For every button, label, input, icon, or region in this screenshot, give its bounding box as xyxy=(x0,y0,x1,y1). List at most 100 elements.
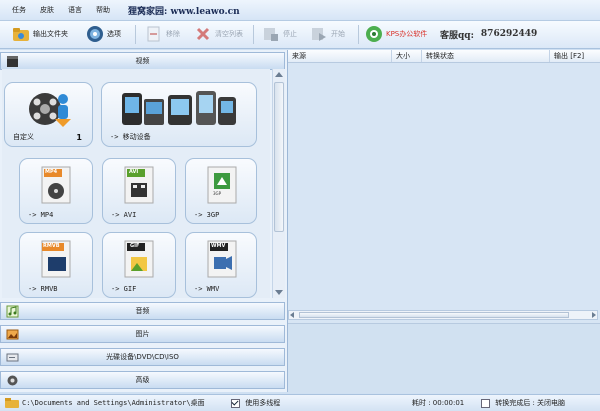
file-list-panel: 来源 大小 转换状态 输出 [F2] xyxy=(288,50,600,393)
remove-button[interactable]: 移除 xyxy=(145,23,180,45)
tile-gif-label: -> GIF xyxy=(111,285,137,293)
category-audio-header[interactable]: 音频 xyxy=(0,302,285,320)
toolbar-divider xyxy=(135,25,136,44)
avi-file-icon xyxy=(124,166,154,204)
tile-3gp[interactable]: 3GP -> 3GP xyxy=(185,158,257,224)
category-image-header[interactable]: 图片 xyxy=(0,325,285,343)
status-bar: C:\Documents and Settings\Administrator\… xyxy=(0,394,600,411)
scroll-up-arrow-icon[interactable] xyxy=(275,72,283,77)
profile-grid-scrollbar[interactable] xyxy=(272,69,285,298)
toolbar: 输出文件夹 选项 移除 清空列表 停止 开始 KPS办公软件 客服qq: 876… xyxy=(0,21,600,49)
column-output[interactable]: 输出 [F2] xyxy=(550,50,600,62)
start-button[interactable]: 开始 xyxy=(310,23,345,45)
tile-mobile-label: -> 移动设备 xyxy=(110,133,151,141)
mobile-devices-icon xyxy=(122,91,236,125)
advanced-header-label: 高级 xyxy=(135,376,150,384)
tile-wmv-label: -> WMV xyxy=(194,285,220,293)
clear-list-button[interactable]: 清空列表 xyxy=(194,23,243,45)
rmvb-badge: RMVB xyxy=(43,243,60,249)
options-gear-icon xyxy=(87,26,103,42)
mp4-badge: MP4 xyxy=(45,169,58,175)
disc-header-label: 光碟设备\DVD\CD\ISO xyxy=(106,353,179,361)
category-advanced-header[interactable]: 高级 xyxy=(0,371,285,389)
stop-button[interactable]: 停止 xyxy=(262,23,297,45)
options-label: 选项 xyxy=(107,30,121,38)
avi-badge: AVI xyxy=(129,169,139,175)
file-table-header: 来源 大小 转换状态 输出 [F2] xyxy=(288,50,600,63)
stop-icon xyxy=(264,28,278,41)
tile-avi[interactable]: AVI -> AVI xyxy=(102,158,176,224)
custom-film-icon xyxy=(29,93,71,127)
category-disc-header[interactable]: 光碟设备\DVD\CD\ISO xyxy=(0,348,285,366)
kps-office-link[interactable]: KPS办公软件 xyxy=(365,23,427,45)
output-path: C:\Documents and Settings\Administrator\… xyxy=(22,399,205,407)
kps-globe-icon xyxy=(366,26,382,42)
film-clapper-icon xyxy=(7,56,18,67)
menu-bar: 任务 皮肤 语言 帮助 狸窝家园: www.leawo.cn xyxy=(0,0,600,21)
disc-drive-icon xyxy=(6,353,19,362)
start-play-icon xyxy=(312,28,326,41)
tile-custom-label: 自定义 xyxy=(13,133,34,141)
toolbar-divider xyxy=(358,25,359,44)
service-qq: 客服qq: 876292449 xyxy=(440,23,537,45)
file-list-hscrollbar[interactable] xyxy=(288,310,598,320)
folder-icon xyxy=(13,28,29,41)
category-video-header[interactable]: 视频 xyxy=(0,52,285,70)
clear-list-label: 清空列表 xyxy=(215,30,243,38)
remove-icon xyxy=(147,26,160,42)
scroll-right-arrow-icon[interactable] xyxy=(592,312,596,318)
clear-x-icon xyxy=(196,27,210,41)
tile-rmvb[interactable]: RMVB -> RMVB xyxy=(19,232,93,298)
tile-custom-count: 1 xyxy=(76,133,82,142)
menu-skin[interactable]: 皮肤 xyxy=(40,5,54,15)
column-source[interactable]: 来源 xyxy=(288,50,392,62)
audio-header-label: 音频 xyxy=(135,307,150,315)
image-header-label: 图片 xyxy=(135,330,150,338)
menu-help[interactable]: 帮助 xyxy=(96,5,110,15)
folder-small-icon xyxy=(5,398,19,408)
column-size[interactable]: 大小 xyxy=(392,50,422,62)
profile-grid: 自定义 1 -> 移动设备 MP4 -> MP4 AVI -> AVI 3GP … xyxy=(2,69,270,298)
3gp-badge: 3GP xyxy=(213,191,222,196)
video-header-label: 视频 xyxy=(135,57,150,65)
scroll-left-arrow-icon[interactable] xyxy=(290,312,294,318)
tile-wmv[interactable]: WMV -> WMV xyxy=(185,232,257,298)
preview-area xyxy=(288,323,600,393)
after-conversion-option[interactable]: 转换完成后 : 关闭电脑 xyxy=(481,398,565,408)
stop-label: 停止 xyxy=(283,30,297,38)
kps-label: KPS办公软件 xyxy=(386,30,428,38)
remove-label: 移除 xyxy=(166,30,180,38)
after-conversion-label: 转换完成后 : 关闭电脑 xyxy=(495,399,566,407)
column-status[interactable]: 转换状态 xyxy=(422,50,550,62)
wmv-badge: WMV xyxy=(211,243,226,249)
tile-mp4[interactable]: MP4 -> MP4 xyxy=(19,158,93,224)
scroll-down-arrow-icon[interactable] xyxy=(275,290,283,295)
file-list[interactable] xyxy=(288,63,600,310)
multithread-option[interactable]: 使用多线程 xyxy=(231,398,280,408)
hscrollbar-thumb[interactable] xyxy=(299,312,569,318)
tile-rmvb-label: -> RMVB xyxy=(28,285,58,293)
service-number: 876292449 xyxy=(480,29,538,39)
gif-badge: GIF xyxy=(130,243,140,249)
after-conversion-checkbox[interactable] xyxy=(481,398,490,408)
tile-custom[interactable]: 自定义 1 xyxy=(4,82,93,147)
3gp-file-icon xyxy=(207,166,237,204)
output-folder-button[interactable]: 输出文件夹 xyxy=(12,23,68,45)
service-label: 客服qq: xyxy=(440,30,474,41)
multithread-checkbox[interactable] xyxy=(231,398,240,408)
tile-mp4-label: -> MP4 xyxy=(28,211,54,219)
output-folder-label: 输出文件夹 xyxy=(33,30,68,38)
brand-title: 狸窝家园: www.leawo.cn xyxy=(128,6,240,17)
options-button[interactable]: 选项 xyxy=(86,23,121,45)
menu-language[interactable]: 语言 xyxy=(68,5,82,15)
menu-task[interactable]: 任务 xyxy=(12,5,26,15)
elapsed-time: 耗时 : 00:00:01 xyxy=(412,399,465,407)
start-label: 开始 xyxy=(331,30,345,38)
music-note-icon xyxy=(6,305,19,318)
tile-gif[interactable]: GIF -> GIF xyxy=(102,232,176,298)
scrollbar-thumb[interactable] xyxy=(274,82,284,232)
multithread-label: 使用多线程 xyxy=(245,399,281,407)
toolbar-divider xyxy=(253,25,254,44)
gear-icon xyxy=(7,375,18,386)
tile-mobile-devices[interactable]: -> 移动设备 xyxy=(101,82,257,147)
